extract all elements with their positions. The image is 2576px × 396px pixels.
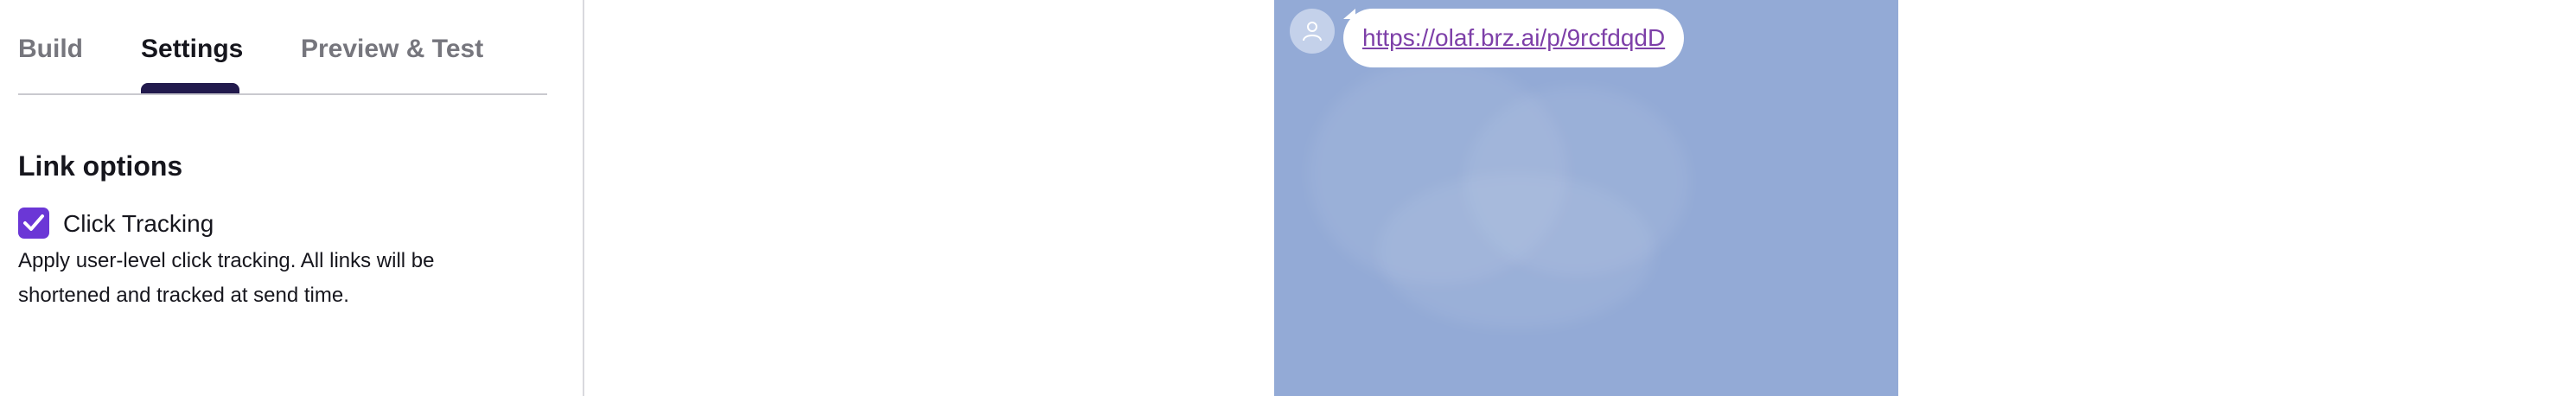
app: Build Settings Preview & Test Link optio… xyxy=(0,0,2576,396)
settings-panel: Build Settings Preview & Test Link optio… xyxy=(0,0,584,396)
message-preview: https://olaf.brz.ai/p/9rcfdqdD xyxy=(1274,0,1898,396)
tab-preview-test[interactable]: Preview & Test xyxy=(301,35,483,64)
avatar xyxy=(1290,9,1335,54)
message-bubble: https://olaf.brz.ai/p/9rcfdqdD xyxy=(1343,9,1685,67)
checkmark-icon xyxy=(23,214,44,231)
click-tracking-label[interactable]: Click Tracking xyxy=(63,210,214,238)
tab-build[interactable]: Build xyxy=(18,35,83,64)
click-tracking-description: Apply user-level click tracking. All lin… xyxy=(18,249,435,307)
tab-settings[interactable]: Settings xyxy=(141,35,243,64)
background-texture xyxy=(1378,173,1655,329)
click-tracking-checkbox[interactable] xyxy=(18,208,49,239)
tab-bar: Build Settings Preview & Test xyxy=(18,0,547,95)
user-icon xyxy=(1303,22,1322,42)
link-options-title: Link options xyxy=(18,150,183,182)
message-link[interactable]: https://olaf.brz.ai/p/9rcfdqdD xyxy=(1362,24,1665,52)
active-tab-indicator xyxy=(141,83,239,93)
